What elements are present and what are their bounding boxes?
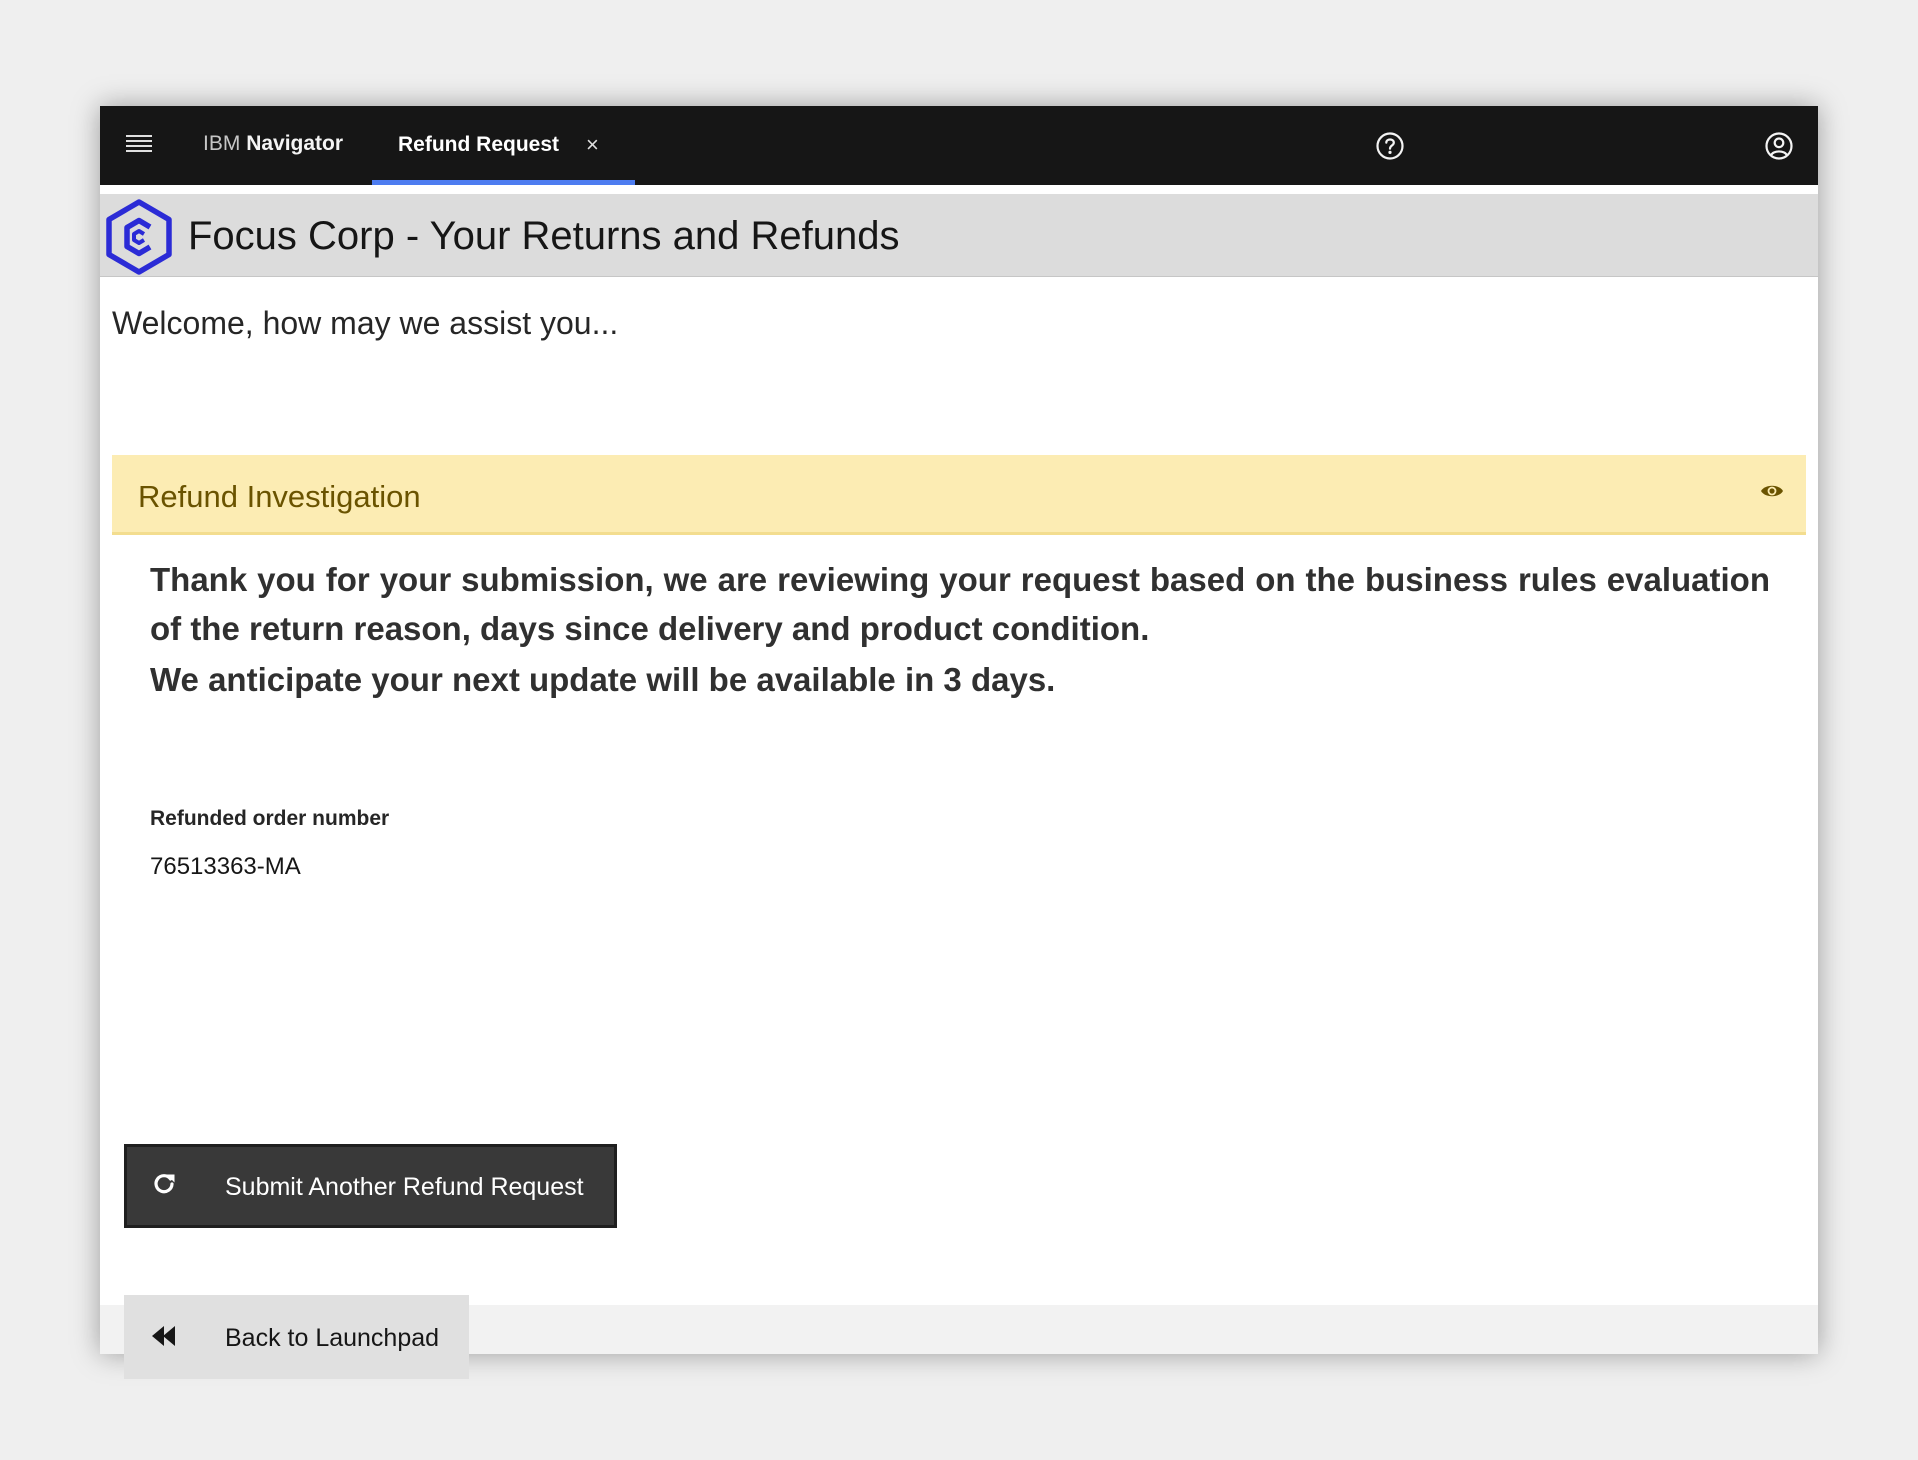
rewind-icon xyxy=(152,1326,175,1346)
order-number-label: Refunded order number xyxy=(150,807,390,830)
close-icon[interactable]: × xyxy=(586,106,599,184)
main-content: Welcome, how may we assist you... Refund… xyxy=(100,277,1818,1379)
update-estimate: We anticipate your next update will be a… xyxy=(150,661,1056,698)
app-header: Focus Corp - Your Returns and Refunds xyxy=(100,194,1818,277)
eye-icon[interactable] xyxy=(1760,482,1784,500)
back-to-launchpad-label: Back to Launchpad xyxy=(225,1324,440,1352)
refund-investigation-panel-header: Refund Investigation xyxy=(112,455,1806,535)
submit-another-refund-button[interactable]: Submit Another Refund Request xyxy=(124,1144,617,1228)
top-navigation-bar: IBM Navigator Refund Request × xyxy=(100,106,1818,185)
app-window: IBM Navigator Refund Request × Focus Cor… xyxy=(100,106,1818,1379)
welcome-message: Welcome, how may we assist you... xyxy=(112,305,619,341)
tab-nav-prefix: IBM xyxy=(203,132,241,155)
tab-ibm-navigator[interactable]: IBM Navigator xyxy=(203,106,343,185)
focus-corp-logo-icon xyxy=(106,199,172,275)
header-divider xyxy=(100,185,1818,194)
tab-refund-request-label: Refund Request xyxy=(398,133,560,156)
help-circle-icon[interactable] xyxy=(1374,130,1406,162)
submit-another-refund-label: Submit Another Refund Request xyxy=(225,1173,584,1201)
panel-title: Refund Investigation xyxy=(138,479,421,514)
refresh-icon xyxy=(154,1174,175,1194)
order-number-value: 76513363-MA xyxy=(150,853,301,880)
app-title: Focus Corp - Your Returns and Refunds xyxy=(188,214,900,258)
tab-refund-request[interactable]: Refund Request × xyxy=(372,106,635,185)
tab-nav-name: Navigator xyxy=(246,132,344,155)
back-to-launchpad-button[interactable]: Back to Launchpad xyxy=(124,1295,469,1379)
submission-message: Thank you for your submission, we are re… xyxy=(150,561,1770,647)
user-avatar-icon[interactable] xyxy=(1763,130,1795,162)
hamburger-menu-icon[interactable] xyxy=(126,133,152,155)
